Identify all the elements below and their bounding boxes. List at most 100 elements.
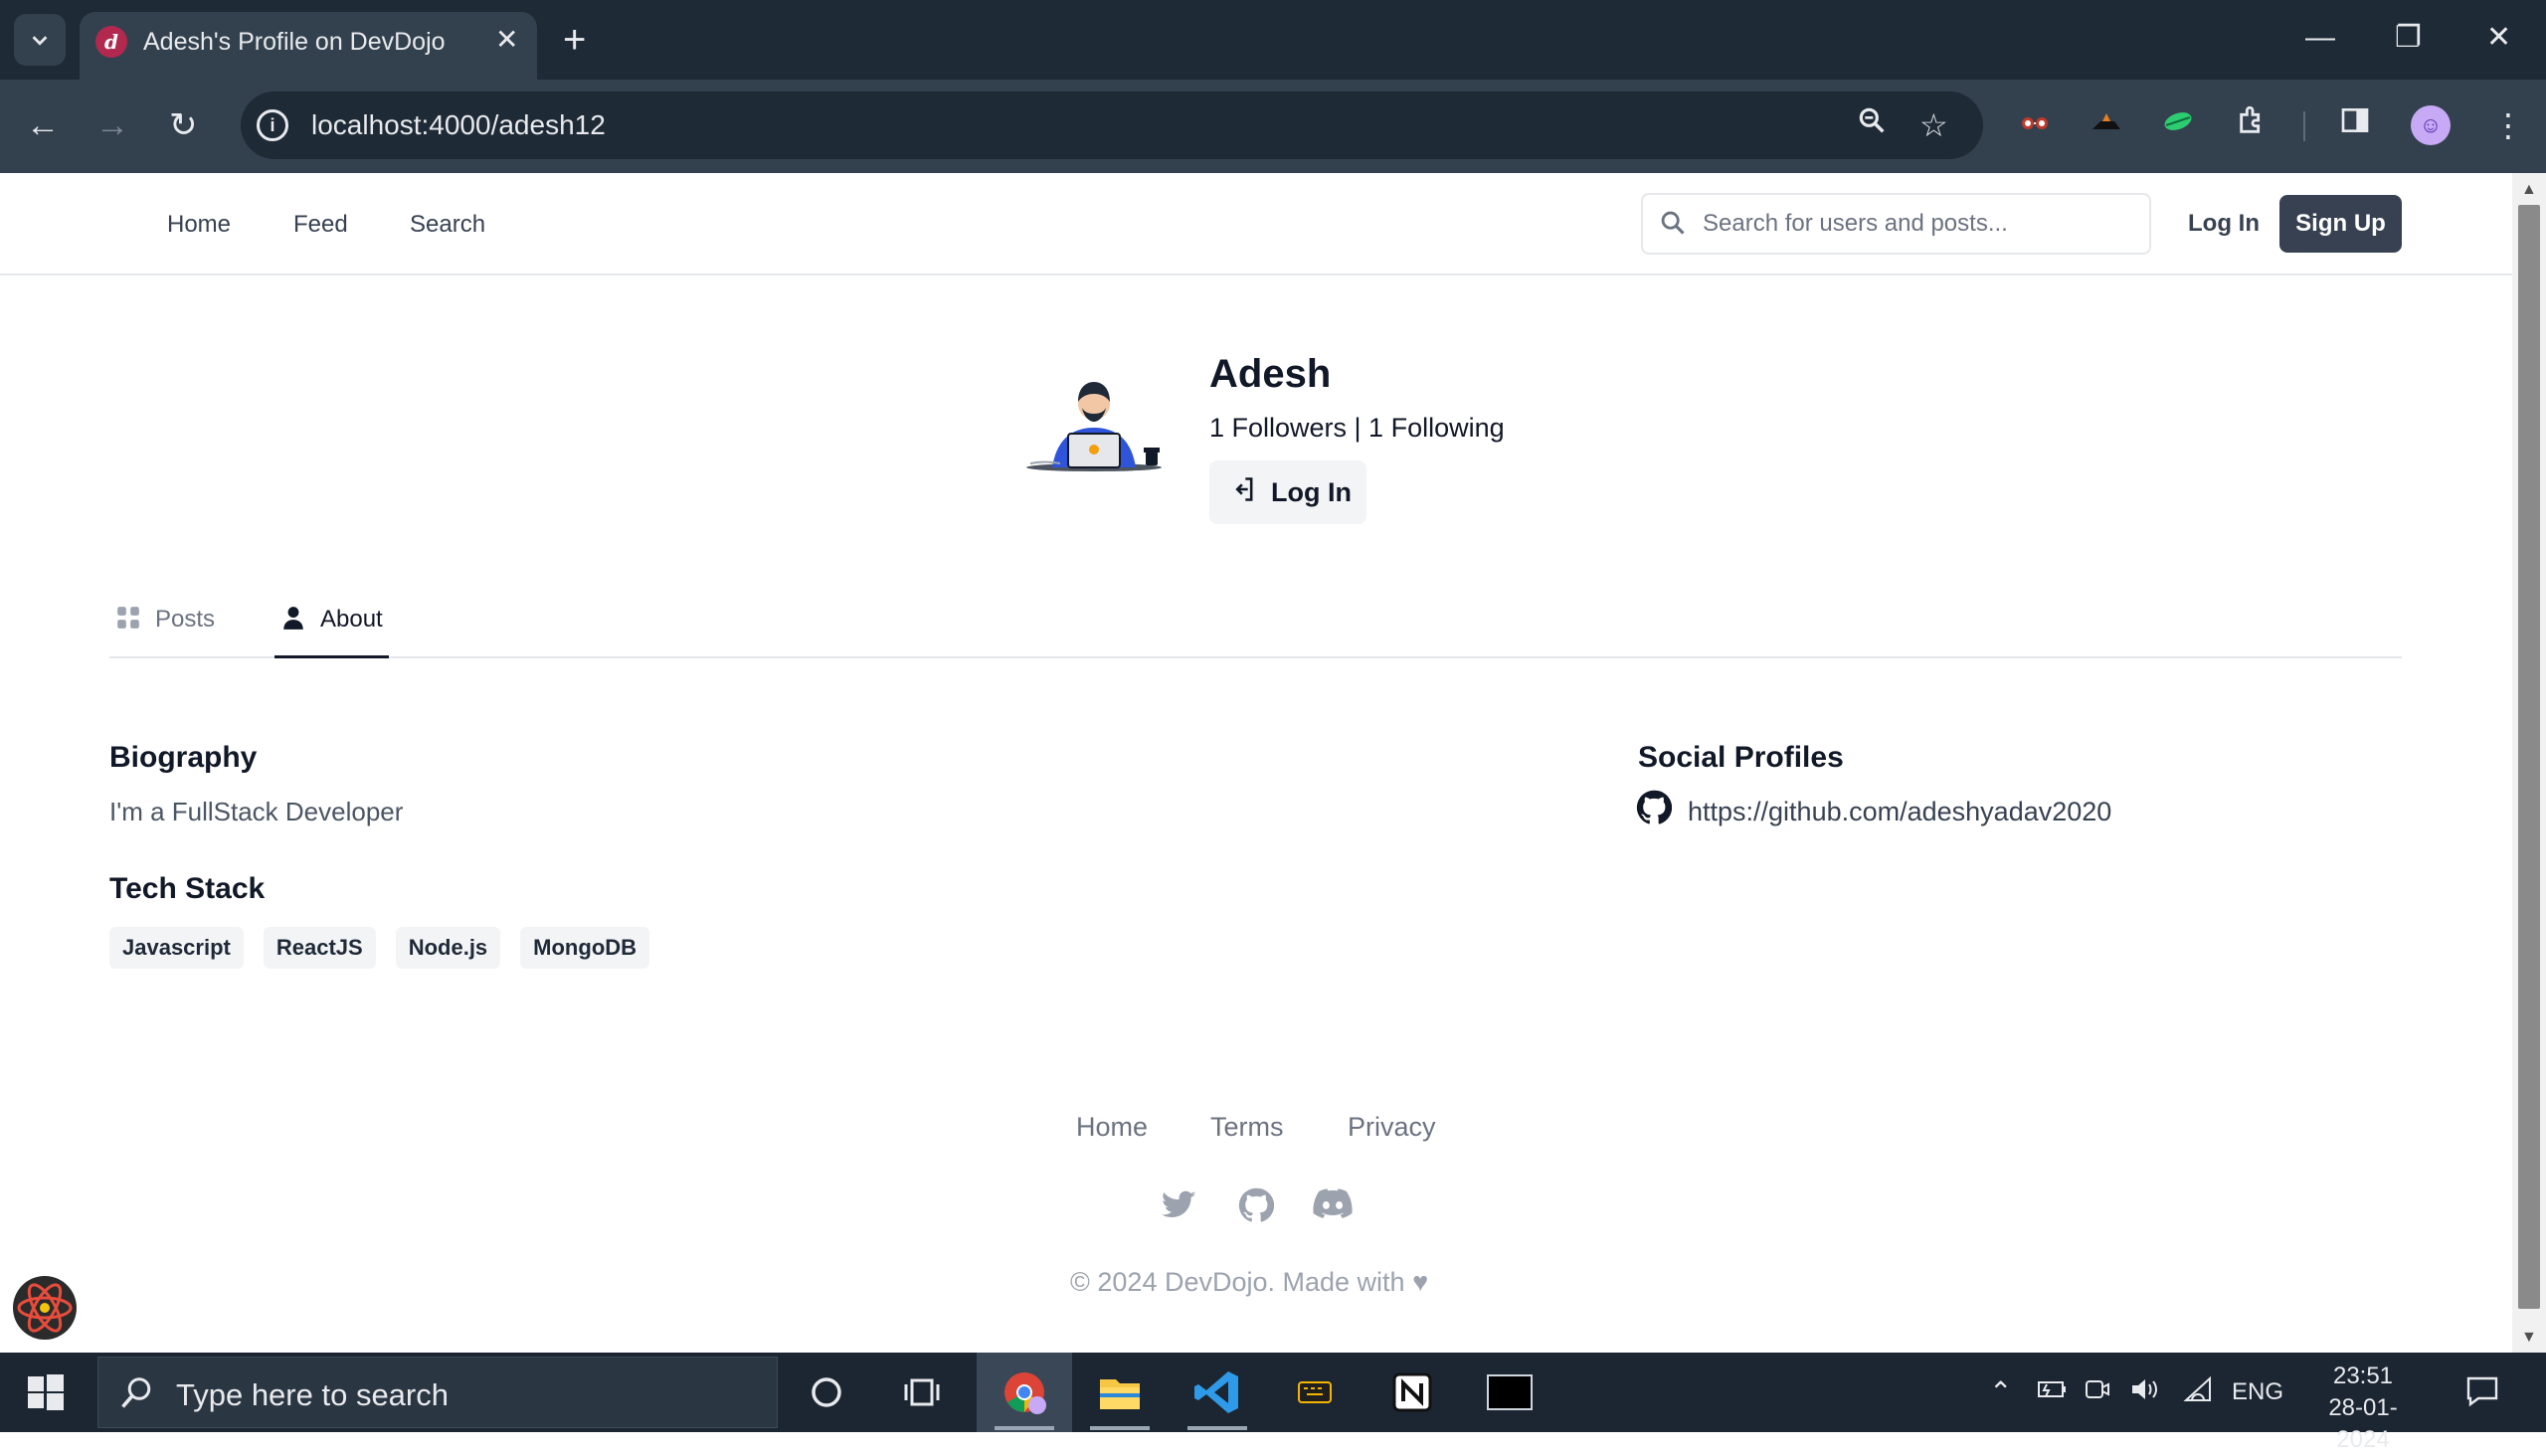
search-input[interactable]	[1703, 205, 2140, 243]
taskbar-search-box[interactable]: Type here to search	[97, 1357, 778, 1428]
meet-now-icon[interactable]	[2083, 1374, 2112, 1413]
tab-search-button[interactable]	[14, 14, 66, 66]
footer-terms-link[interactable]: Terms	[1210, 1110, 1284, 1144]
windows-start-icon[interactable]	[26, 1372, 66, 1412]
nav-search-link[interactable]: Search	[410, 211, 485, 239]
browser-menu-icon[interactable]: ⋮	[2492, 103, 2524, 147]
clock-time: 23:51	[2332, 1363, 2394, 1389]
extensions-puzzle-icon[interactable]	[2236, 103, 2270, 148]
scroll-up-icon[interactable]: ▲	[2521, 181, 2537, 199]
tab-about-label: About	[320, 606, 383, 633]
scroll-down-icon[interactable]: ▼	[2521, 1329, 2537, 1347]
address-bar-url[interactable]: localhost:4000/adesh12	[311, 107, 606, 143]
side-panel-icon[interactable]	[2339, 103, 2371, 147]
tech-tag: Node.js	[395, 927, 501, 969]
reload-icon[interactable]: ↻	[169, 103, 198, 147]
github-profile-link[interactable]: https://github.com/adeshyadav2020	[1636, 790, 2111, 833]
login-door-icon	[1229, 475, 1257, 510]
tech-stack-list: Javascript ReactJS Node.js MongoDB	[109, 927, 650, 969]
signup-button[interactable]: Sign Up	[2279, 195, 2402, 253]
volume-icon[interactable]	[2128, 1374, 2162, 1413]
chrome-taskbar-icon[interactable]	[977, 1353, 1072, 1432]
notifications-icon[interactable]	[2464, 1374, 2500, 1417]
forward-arrow-icon[interactable]: →	[95, 103, 129, 147]
tab-about[interactable]: About	[274, 605, 389, 658]
extension-glasses-icon[interactable]	[2017, 103, 2053, 150]
nav-home-link[interactable]: Home	[167, 211, 231, 239]
discord-icon[interactable]	[1313, 1187, 1353, 1228]
zoom-icon[interactable]	[1856, 103, 1888, 147]
react-devtools-icon[interactable]	[10, 1273, 80, 1343]
follow-stats: 1 Followers | 1 Following	[1209, 413, 1505, 443]
browser-tab-title: Adesh's Profile on DevDojo	[143, 28, 446, 56]
footer-privacy-link[interactable]: Privacy	[1348, 1110, 1436, 1144]
extension-leaf-icon[interactable]	[2160, 103, 2196, 150]
user-icon	[280, 605, 306, 638]
grid-icon	[115, 605, 141, 638]
minimize-icon[interactable]: —	[2305, 18, 2335, 58]
profile-login-label: Log In	[1271, 476, 1352, 507]
copyright-text: © 2024 DevDojo. Made with	[1070, 1267, 1405, 1297]
language-indicator[interactable]: ENG	[2232, 1374, 2283, 1410]
keyboard-app-icon[interactable]	[1267, 1353, 1363, 1432]
avatar	[1024, 364, 1174, 483]
footer-copyright: © 2024 DevDojo. Made with ♥	[1070, 1265, 1428, 1299]
wifi-icon[interactable]	[2182, 1374, 2214, 1413]
battery-icon[interactable]	[2035, 1374, 2069, 1413]
back-arrow-icon[interactable]: ←	[26, 103, 60, 147]
taskbar-clock[interactable]: 23:51 28-01-2024	[2303, 1361, 2423, 1456]
tech-tag: MongoDB	[520, 927, 650, 969]
window-close-icon[interactable]: ✕	[2486, 18, 2511, 58]
heart-icon: ♥	[1412, 1267, 1429, 1297]
site-info-icon[interactable]: i	[257, 109, 288, 141]
taskbar-open-indicator	[1090, 1426, 1150, 1430]
scrollbar-thumb[interactable]	[2518, 205, 2540, 1309]
bookmark-star-icon[interactable]: ☆	[1919, 103, 1948, 147]
page-viewport: Home Feed Search Log In Sign Up Adesh 1 …	[0, 173, 2512, 1353]
tech-tag: Javascript	[109, 927, 244, 969]
header-login-link[interactable]: Log In	[2188, 209, 2260, 239]
notion-icon[interactable]	[1364, 1353, 1460, 1432]
github-url: https://github.com/adeshyadav2020	[1688, 797, 2112, 826]
nav-feed-link[interactable]: Feed	[293, 211, 348, 239]
task-view-icon[interactable]	[874, 1353, 970, 1432]
profile-tabs: Posts About	[109, 605, 2402, 658]
profile-avatar-icon[interactable]: ☺	[2411, 105, 2451, 145]
vscode-icon[interactable]	[1170, 1353, 1265, 1432]
tray-chevron-up-icon[interactable]: ⌃	[1989, 1374, 2012, 1410]
page-scrollbar[interactable]: ▲ ▼	[2512, 173, 2546, 1353]
twitter-icon[interactable]	[1162, 1187, 1197, 1228]
terminal-icon[interactable]	[1462, 1353, 1557, 1432]
taskbar-active-indicator	[995, 1426, 1054, 1430]
tab-posts[interactable]: Posts	[115, 605, 215, 658]
browser-tab-strip: d Adesh's Profile on DevDojo ✕ + — ❐ ✕	[0, 0, 2546, 80]
new-tab-plus-icon[interactable]: +	[563, 18, 586, 62]
devdojo-favicon-icon: d	[95, 26, 127, 58]
extension-hat-icon[interactable]	[2089, 103, 2124, 150]
tab-posts-label: Posts	[155, 606, 216, 633]
site-header: Home Feed Search Log In Sign Up	[0, 173, 2512, 275]
github-icon	[1636, 790, 1673, 833]
tech-tag: ReactJS	[263, 927, 376, 969]
biography-heading: Biography	[109, 741, 258, 774]
clock-date: 28-01-2024	[2328, 1394, 2398, 1453]
chevron-down-icon	[32, 36, 48, 46]
github-icon[interactable]	[1238, 1187, 1275, 1228]
file-explorer-icon[interactable]	[1072, 1353, 1168, 1432]
profile-login-button[interactable]: Log In	[1209, 460, 1366, 524]
search-icon	[118, 1375, 154, 1420]
site-search-box[interactable]	[1641, 193, 2151, 255]
tab-close-icon[interactable]: ✕	[495, 24, 518, 56]
taskbar-open-indicator	[1187, 1426, 1247, 1430]
tech-stack-heading: Tech Stack	[109, 872, 266, 905]
social-profiles-heading: Social Profiles	[1638, 741, 1844, 774]
restore-icon[interactable]: ❐	[2395, 18, 2422, 58]
windows-taskbar: Type here to search ⌃ ENG 23:51 28-01-20…	[0, 1353, 2546, 1453]
biography-text: I'm a FullStack Developer	[109, 797, 404, 826]
profile-name: Adesh	[1209, 352, 1332, 396]
toolbar-divider	[2303, 111, 2305, 141]
cortana-icon[interactable]	[779, 1353, 874, 1432]
taskbar-search-text: Type here to search	[176, 1377, 449, 1412]
search-icon	[1659, 209, 1687, 244]
footer-home-link[interactable]: Home	[1076, 1110, 1148, 1144]
